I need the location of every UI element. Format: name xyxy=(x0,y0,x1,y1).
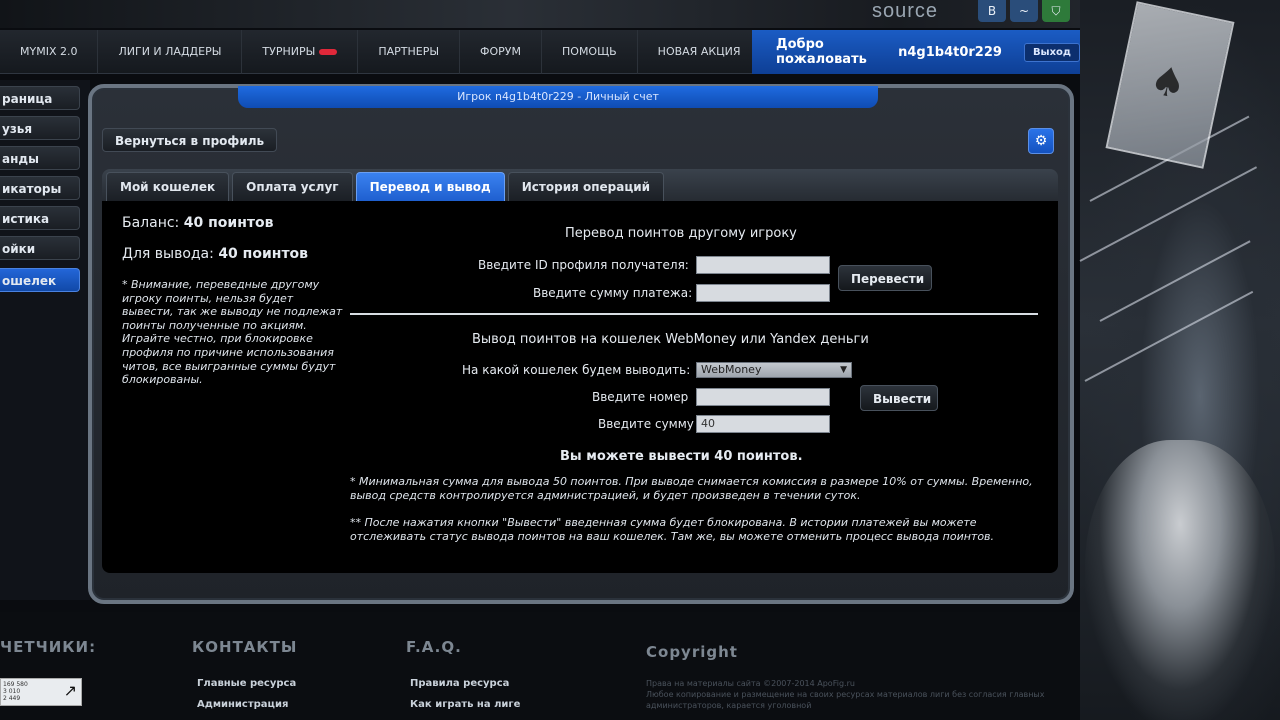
footer-counters-heading: ЧЕТЧИКИ: xyxy=(0,638,97,656)
withdraw-line: Для вывода: 40 поинтов xyxy=(122,246,308,262)
hot-badge-icon xyxy=(319,49,338,55)
source-brand-logo: source xyxy=(872,0,939,22)
tab-my-wallet[interactable]: Мой кошелек xyxy=(106,172,230,201)
balance-line: Баланс: 40 поинтов xyxy=(122,215,273,231)
footer-faq-heading: F.A.Q. xyxy=(406,638,462,656)
sidebar-item-statistics[interactable]: истика xyxy=(0,206,80,230)
footer-link-how-to-play[interactable]: Как играть на лиге xyxy=(410,699,520,710)
logout-button[interactable]: Выход xyxy=(1023,42,1080,62)
panel-title: Игрок n4g1b4t0r229 - Личный счет xyxy=(238,86,878,108)
withdraw-available-message: Вы можете вывести 40 поинтов. xyxy=(560,449,803,464)
withdraw-sum-label: Введите сумму xyxy=(598,417,694,431)
nav-tournaments[interactable]: ТУРНИРЫ xyxy=(242,30,359,74)
welcome-bar: Добро пожаловать n4g1b4t0r229 Выход xyxy=(752,30,1080,74)
gear-icon[interactable]: ⚙ xyxy=(1028,128,1054,154)
transfer-heading: Перевод поинтов другому игроку xyxy=(565,226,797,241)
nav-help[interactable]: ПОМОЩЬ xyxy=(542,30,638,74)
balance-warning-note: * Внимание, переведные другому игроку по… xyxy=(122,278,343,387)
withdraw-heading: Вывод поинтов на кошелек WebMoney или Ya… xyxy=(472,332,869,347)
wallet-type-label: На какой кошелек будем выводить: xyxy=(462,363,691,377)
nav-leagues[interactable]: ЛИГИ И ЛАДДЕРЫ xyxy=(98,30,243,74)
sidebar-item-indicators[interactable]: икаторы xyxy=(0,176,80,200)
sidebar-item-settings[interactable]: ойки xyxy=(0,236,80,260)
sidebar-item-teams[interactable]: анды xyxy=(0,146,80,170)
wallet-type-select[interactable]: WebMoney ▼ xyxy=(696,362,852,378)
vk-icon[interactable]: В xyxy=(978,0,1006,22)
footer-link-main-resources[interactable]: Главные ресурса xyxy=(197,678,296,689)
nav-new-promo[interactable]: НОВАЯ АКЦИЯ xyxy=(638,30,762,74)
twitter-icon[interactable]: ~ xyxy=(1010,0,1038,22)
footer-link-rules[interactable]: Правила ресурса xyxy=(410,678,509,689)
back-to-profile-button[interactable]: Вернуться в профиль xyxy=(102,128,278,152)
tab-operation-history[interactable]: История операций xyxy=(507,172,665,201)
nav-mymix[interactable]: MYMIX 2.0 xyxy=(0,30,99,74)
username[interactable]: n4g1b4t0r229 xyxy=(898,45,1002,60)
nav-forum[interactable]: ФОРУМ xyxy=(460,30,543,74)
player-photo-art xyxy=(1085,440,1275,720)
balance-value: 40 поинтов xyxy=(183,215,274,231)
sidebar-item-wallet[interactable]: ошелек xyxy=(0,268,80,292)
section-divider xyxy=(350,313,1038,315)
withdraw-button[interactable]: Вывести xyxy=(860,385,938,411)
footer-contacts-heading: КОНТАКТЫ xyxy=(192,638,298,656)
nav-tournaments-label: ТУРНИРЫ xyxy=(262,45,316,58)
sidebar-item-page[interactable]: раница xyxy=(0,86,80,110)
withdraw-available-value: 40 поинтов xyxy=(218,246,309,262)
wallet-number-input[interactable] xyxy=(696,388,830,406)
transfer-button[interactable]: Перевести xyxy=(838,265,932,291)
withdraw-available-label: Для вывода: xyxy=(122,246,214,262)
wallet-number-label: Введите номер xyxy=(592,390,689,404)
wallet-type-selected: WebMoney xyxy=(701,363,762,376)
tabs-bar: Мой кошелек Оплата услуг Перевод и вывод… xyxy=(102,169,1058,201)
sidebar-item-friends[interactable]: узья xyxy=(0,116,80,140)
withdraw-footnote-1: * Минимальная сумма для вывода 50 поинто… xyxy=(350,475,1033,502)
withdraw-sum-input[interactable]: 40 xyxy=(696,415,830,433)
withdraw-footnote-2: ** После нажатия кнопки "Вывести" введен… xyxy=(350,516,995,543)
shield-icon[interactable]: ⛉ xyxy=(1042,0,1070,22)
payment-amount-input[interactable] xyxy=(696,284,830,302)
recipient-id-label: Введите ID профиля получателя: xyxy=(478,258,689,272)
arrow-up-right-icon: ↗ xyxy=(63,681,77,700)
payment-amount-label: Введите сумму платежа: xyxy=(533,286,693,300)
tab-transfer-withdraw[interactable]: Перевод и вывод xyxy=(355,172,505,201)
balance-label: Баланс: xyxy=(122,215,180,231)
footer-copyright-text: Права на материалы сайта ©2007-2014 ApoF… xyxy=(646,679,1045,710)
chevron-down-icon: ▼ xyxy=(840,365,847,375)
nav-partners[interactable]: ПАРТНЕРЫ xyxy=(358,30,461,74)
footer-copyright-heading: Copyright xyxy=(646,643,738,661)
visit-counter-badge[interactable]: 169 580 3 010 2 449 ↗ xyxy=(0,678,82,706)
footer-link-administration[interactable]: Администрация xyxy=(197,699,288,710)
recipient-id-input[interactable] xyxy=(696,256,830,274)
welcome-text: Добро пожаловать xyxy=(776,37,867,67)
tab-service-payment[interactable]: Оплата услуг xyxy=(232,172,353,201)
